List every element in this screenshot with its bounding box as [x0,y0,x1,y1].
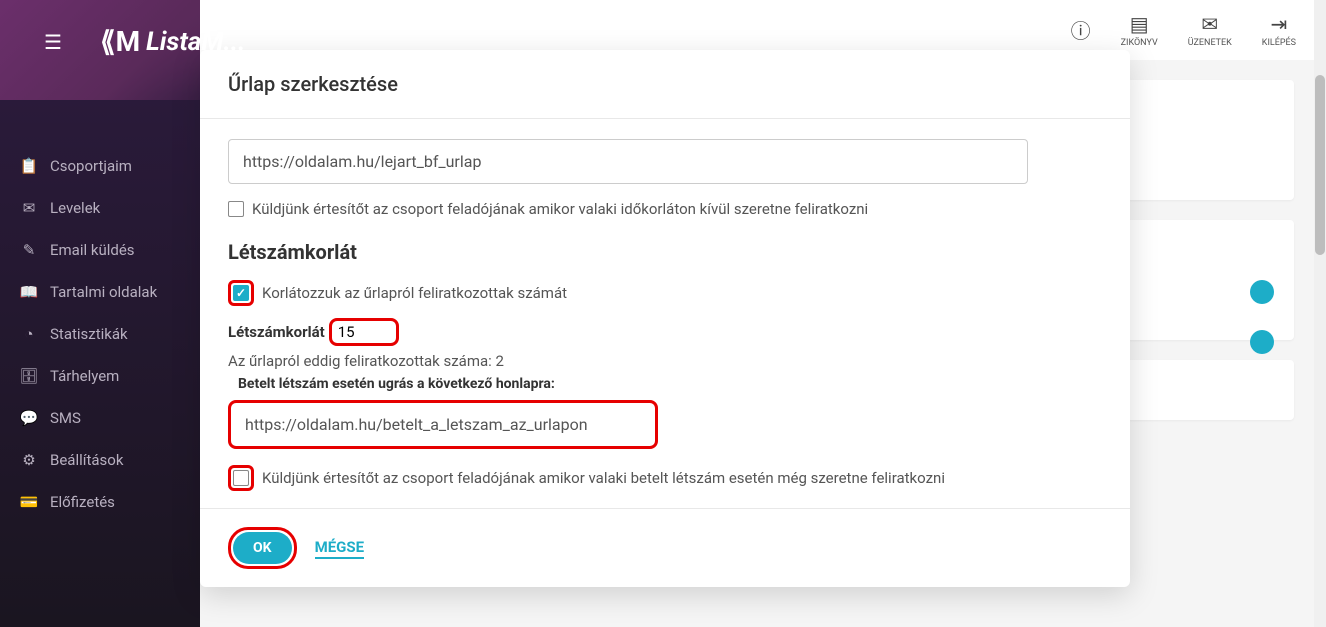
highlight-limit-checkbox: ✓ [228,280,254,306]
notify-expired-checkbox[interactable] [228,201,244,217]
logout-icon: ⇥ [1271,12,1288,36]
sidebar-item-label: Levelek [50,199,100,217]
sidebar-item-tarhelyem[interactable]: 🗄 Tárhelyem [0,355,200,397]
sidebar: ☰ ⟪M ListaM... 📋 Csoportjaim ✉ Levelek ✎… [0,0,200,627]
limit-value-label: Létszámkorlát [228,323,325,341]
sidebar-item-beallitasok[interactable]: ⚙ Beállítások [0,439,200,481]
limit-enable-checkbox[interactable]: ✓ [233,285,249,301]
topbar-logout[interactable]: ⇥ KILÉPÉS [1262,12,1296,48]
bg-badge [1250,330,1274,354]
page-scrollbar[interactable] [1314,0,1326,627]
sidebar-item-label: Tárhelyem [50,367,119,385]
sidebar-item-label: Email küldés [50,241,135,259]
sidebar-item-email-kuldes[interactable]: ✎ Email küldés [0,229,200,271]
logo-text: ListaM... [146,27,245,57]
scrollbar-thumb[interactable] [1315,75,1325,255]
storage-icon: 🗄 [20,367,38,385]
sidebar-item-csoportjaim[interactable]: 📋 Csoportjaim [0,145,200,187]
sidebar-item-label: Tartalmi oldalak [50,283,157,301]
sidebar-item-label: Beállítások [50,451,123,469]
cancel-button[interactable]: MÉGSE [315,538,364,559]
highlight-ok-button: OK [228,527,297,569]
modal-header: Űrlap szerkesztése [200,50,1130,119]
limit-enable-label: Korlátozzuk az űrlapról feliratkozottak … [262,284,567,302]
current-count-text: Az űrlapról eddig feliratkozottak száma:… [228,352,1102,370]
notify-expired-label: Küldjünk értesítőt az csoport feladójána… [252,200,868,218]
handbook-icon: ▤ [1130,12,1149,36]
limit-enable-row: ✓ Korlátozzuk az űrlapról feliratkozotta… [228,280,1102,306]
topbar-label: KILÉPÉS [1262,38,1296,48]
notify-full-row: Küldjünk értesítőt az csoport feladójána… [228,465,1102,491]
topbar-help[interactable]: ⓘ [1071,15,1091,46]
sidebar-item-sms[interactable]: 💬 SMS [0,397,200,439]
edit-form-modal: Űrlap szerkesztése Küldjünk értesítőt az… [200,50,1130,587]
sidebar-item-elofizetes[interactable]: 💳 Előfizetés [0,481,200,523]
topbar-messages[interactable]: ✉ ÜZENETEK [1188,12,1232,48]
messages-icon: ✉ [1201,12,1218,36]
topbar-label: ZIKÖNYV [1121,38,1158,48]
sidebar-item-label: SMS [50,409,81,427]
sidebar-item-levelek[interactable]: ✉ Levelek [0,187,200,229]
sidebar-item-label: Csoportjaim [50,157,132,175]
card-icon: 💳 [20,493,38,511]
notify-full-label: Küldjünk értesítőt az csoport feladójána… [262,469,945,487]
sidebar-item-label: Statisztikák [50,325,128,343]
limit-section-heading: Létszámkorlát [228,240,1102,264]
clipboard-icon: 📋 [20,157,38,175]
full-url-input[interactable] [228,400,658,449]
mail-icon: ✉ [20,199,38,217]
modal-title: Űrlap szerkesztése [228,72,1102,96]
modal-footer: OK MÉGSE [200,508,1130,587]
modal-body: Küldjünk értesítőt az csoport feladójána… [200,119,1130,508]
jump-url-label: Betelt létszám esetén ugrás a következő … [238,376,1102,392]
edit-icon: ✎ [20,241,38,259]
sidebar-item-label: Előfizetés [50,493,115,511]
limit-value-input[interactable] [329,318,399,346]
ok-button[interactable]: OK [233,532,292,564]
sidebar-item-tartalmi-oldalak[interactable]: 📖 Tartalmi oldalak [0,271,200,313]
limit-value-row: Létszámkorlát [228,318,1102,346]
notify-expired-row: Küldjünk értesítőt az csoport feladójána… [228,200,1102,218]
sidebar-item-statisztikak[interactable]: ◔ Statisztikák [0,313,200,355]
logo: ⟪M ListaM... [100,25,245,58]
gear-icon: ⚙ [20,451,38,469]
book-icon: 📖 [20,283,38,301]
bg-badge [1250,280,1274,304]
notify-full-checkbox[interactable] [233,470,249,486]
expired-url-input[interactable] [228,139,1028,184]
highlight-notify-full-checkbox [228,465,254,491]
topbar-label: ÜZENETEK [1188,38,1232,48]
logo-icon: ⟪M [100,25,140,58]
chart-icon: ◔ [20,325,38,343]
topbar-handbook[interactable]: ▤ ZIKÖNYV [1121,12,1158,48]
help-icon: ⓘ [1071,15,1091,44]
sms-icon: 💬 [20,409,38,427]
hamburger-icon[interactable]: ☰ [44,30,62,54]
